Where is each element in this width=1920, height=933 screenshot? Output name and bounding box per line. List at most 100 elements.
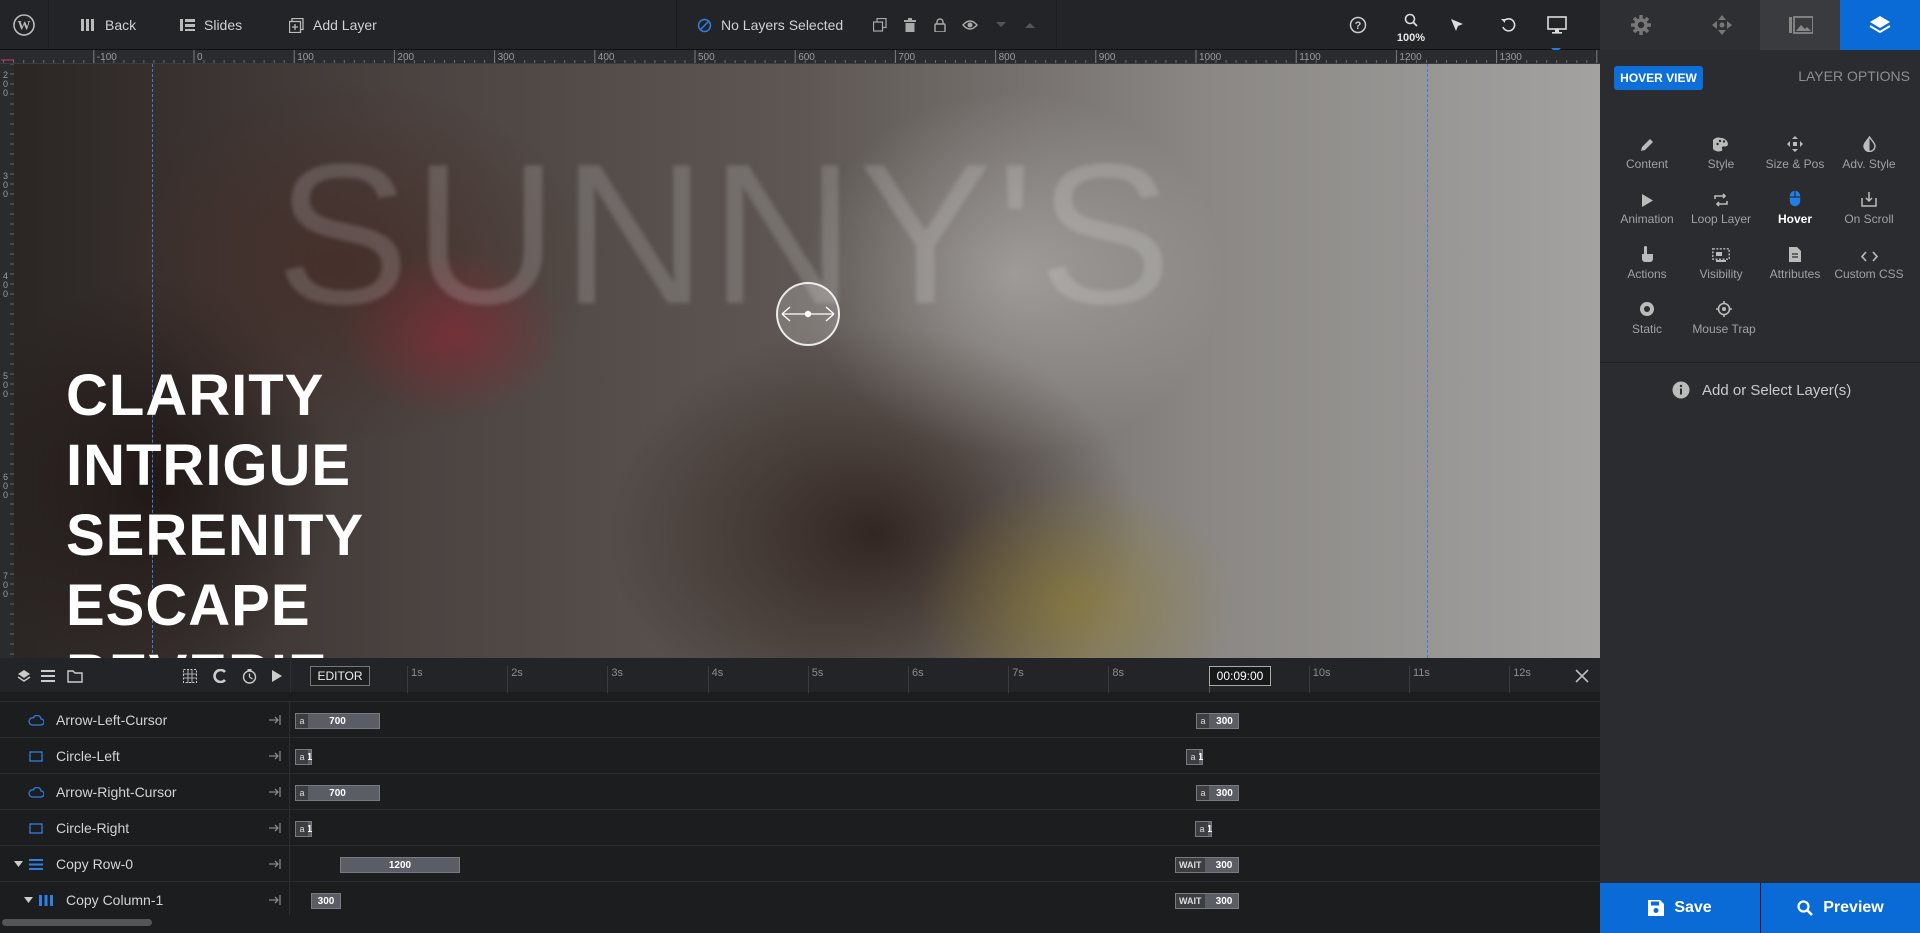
layer-name-cell[interactable]: Copy Row-0	[0, 846, 290, 882]
in-animation-bar[interactable]: a 700	[295, 713, 380, 729]
timeline-row[interactable]	[0, 693, 1600, 702]
tile-actions[interactable]: Actions	[1610, 236, 1684, 291]
layer-name-cell[interactable]: Arrow-Left-Cursor	[0, 702, 290, 738]
out-animation-bar[interactable]: a1	[1186, 749, 1203, 765]
preview-button[interactable]: Preview	[1761, 883, 1920, 933]
loop-icon	[1684, 181, 1758, 207]
save-button[interactable]: Save	[1600, 883, 1760, 933]
play-icon[interactable]	[268, 667, 286, 685]
headline-word[interactable]: CLARITY	[66, 361, 364, 431]
timeline-row[interactable]: Circle-Left a1 a1	[0, 738, 1600, 774]
out-animation-bar[interactable]: WAIT 300	[1175, 857, 1239, 873]
tile-hover[interactable]: Hover	[1758, 181, 1832, 236]
headline-word[interactable]: REVERIE	[66, 641, 364, 658]
list-icon[interactable]	[39, 667, 57, 685]
headline-word[interactable]: SERENITY	[66, 501, 364, 571]
headline-word[interactable]: ESCAPE	[66, 571, 364, 641]
pin-icon[interactable]	[267, 820, 283, 836]
in-animation-bar[interactable]: a1	[295, 821, 312, 837]
in-animation-bar[interactable]: a 700	[295, 785, 380, 801]
tab-navigation[interactable]	[1681, 0, 1762, 50]
time-tick	[407, 666, 408, 694]
in-animation-bar[interactable]: 1200	[340, 857, 460, 873]
collapse-arrow-icon[interactable]	[0, 861, 26, 867]
tab-layer-options[interactable]	[1840, 0, 1920, 50]
hover-view-badge[interactable]: HOVER VIEW	[1614, 66, 1703, 90]
tile-loop-layer[interactable]: Loop Layer	[1684, 181, 1758, 236]
duplicate-icon[interactable]	[868, 13, 892, 37]
desktop-view-icon[interactable]	[1545, 13, 1569, 37]
grid-select-icon[interactable]	[181, 667, 199, 685]
tab-slide-options[interactable]	[1760, 0, 1841, 50]
help-icon[interactable]: ?	[1346, 13, 1370, 37]
editor-mode-tag[interactable]: EDITOR	[310, 666, 370, 686]
layer-name-cell[interactable]: Arrow-Right-Cursor	[0, 774, 290, 810]
pin-icon[interactable]	[267, 748, 283, 764]
in-animation-bar[interactable]: a1	[295, 749, 312, 765]
tile-content[interactable]: Content	[1610, 126, 1684, 181]
tile-static[interactable]: Static	[1610, 291, 1684, 346]
current-time-marker[interactable]: 00:09:00	[1209, 666, 1271, 686]
tile-size-pos[interactable]: Size & Pos	[1758, 126, 1832, 181]
tile-animation[interactable]: Animation	[1610, 181, 1684, 236]
drag-cursor-circle[interactable]	[776, 282, 840, 346]
pin-icon[interactable]	[267, 856, 283, 872]
layer-name-cell[interactable]: Copy Column-1	[0, 882, 290, 915]
slides-button[interactable]: Slides	[175, 0, 246, 50]
delete-icon[interactable]	[898, 13, 922, 37]
pin-icon[interactable]	[267, 784, 283, 800]
pin-icon[interactable]	[267, 712, 283, 728]
out-animation-bar[interactable]: a1	[1195, 821, 1212, 837]
tile-attributes[interactable]: Attributes	[1758, 236, 1832, 291]
timeline-row[interactable]: Circle-Right a1 a1	[0, 810, 1600, 846]
undo-icon[interactable]	[1496, 13, 1520, 37]
tile-mouse-trap[interactable]: Mouse Trap	[1687, 291, 1761, 346]
headline-word[interactable]: INTRIGUE	[66, 431, 364, 501]
tile-adv-style[interactable]: Adv. Style	[1832, 126, 1906, 181]
move-down-icon[interactable]	[989, 13, 1013, 37]
pin-icon[interactable]	[267, 892, 283, 908]
headline-words[interactable]: CLARITY INTRIGUE SERENITY ESCAPE REVERIE	[66, 361, 364, 658]
tile-visibility[interactable]: Visibility	[1684, 236, 1758, 291]
timeline-row[interactable]: Copy Row-0 1200 WAIT 300	[0, 846, 1600, 882]
magnet-icon[interactable]	[211, 667, 229, 685]
timeline-row[interactable]: Arrow-Left-Cursor a 700 a 300	[0, 702, 1600, 738]
in-animation-bar[interactable]: 300	[311, 893, 341, 909]
close-timeline-icon[interactable]	[1572, 666, 1592, 686]
wordpress-logo-icon[interactable]: W	[12, 13, 36, 37]
ruler-label: 600	[3, 472, 8, 500]
out-animation-bar[interactable]: WAIT 300	[1175, 893, 1239, 909]
empty-selection-message: Add or Select Layer(s)	[1672, 380, 1851, 400]
cursor-icon[interactable]	[1445, 13, 1469, 37]
folder-icon[interactable]	[66, 667, 84, 685]
layer-name-cell[interactable]: Circle-Right	[0, 810, 290, 846]
tile-on-scroll[interactable]: On Scroll	[1832, 181, 1906, 236]
timer-icon[interactable]	[240, 667, 258, 685]
lock-icon[interactable]	[928, 13, 952, 37]
time-tick	[1509, 666, 1511, 694]
timeline-row[interactable]: Arrow-Right-Cursor a 700 a 300	[0, 774, 1600, 810]
back-button[interactable]: Back	[76, 0, 140, 50]
move-up-icon[interactable]	[1018, 13, 1042, 37]
add-layer-button[interactable]: Add Layer	[284, 0, 381, 50]
out-animation-bar[interactable]: a 300	[1196, 713, 1239, 729]
eye-icon[interactable]	[958, 13, 982, 37]
timeline-row[interactable]: Copy Column-1 300 WAIT 300	[0, 882, 1600, 915]
collapse-arrow-icon[interactable]	[0, 897, 36, 903]
scrollbar-thumb[interactable]	[2, 919, 152, 926]
tile-custom-css[interactable]: Custom CSS	[1832, 236, 1906, 291]
out-animation-bar[interactable]: a 300	[1196, 785, 1239, 801]
contrast-icon	[1832, 126, 1906, 152]
timeline-horizontal-scrollbar[interactable]	[0, 915, 1600, 933]
layer-name-cell[interactable]: Circle-Left	[0, 738, 290, 774]
layers-icon[interactable]	[15, 667, 33, 685]
move-icon	[1758, 126, 1832, 152]
ruler-label: 1300	[1500, 52, 1523, 63]
navigation-icon	[1711, 15, 1732, 35]
time-label: 8s	[1112, 667, 1125, 679]
slide-canvas[interactable]: SUNNY'S CLARITY INTRIGUE SERENITY ESCAPE…	[14, 64, 1600, 658]
tile-style[interactable]: Style	[1684, 126, 1758, 181]
time-label: 3s	[611, 667, 624, 679]
tab-settings[interactable]	[1600, 0, 1681, 50]
zoom-control[interactable]: 100%	[1391, 13, 1431, 44]
